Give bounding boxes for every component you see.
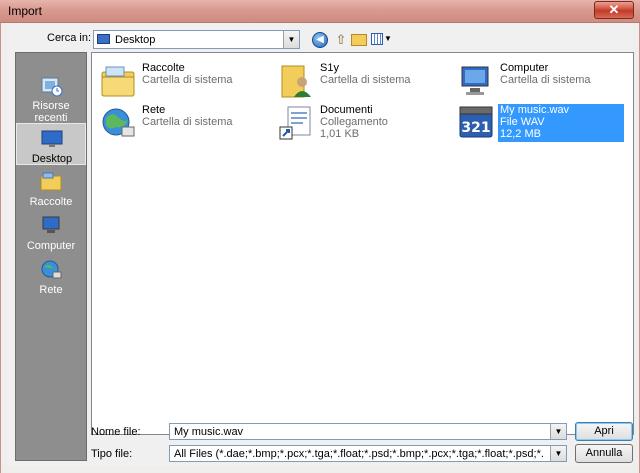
place-label: Risorse recenti (32, 100, 70, 124)
file-list[interactable]: Raccolte Cartella di sistema S1y Cartella … (91, 52, 634, 435)
chevron-down-icon: ▼ (384, 34, 392, 43)
filetype-value: All Files (*.dae;*.bmp;*.pcx;*.tga;*.flo… (174, 448, 544, 460)
file-type: File WAV (500, 116, 545, 128)
list-item-selected[interactable]: 321 My music.wav File WAV 12,2 MB (452, 103, 632, 143)
chevron-down-icon[interactable]: ▼ (283, 31, 299, 48)
view-grid-icon (371, 33, 383, 45)
file-type: Collegamento (320, 116, 388, 128)
place-label: Desktop (31, 153, 73, 165)
title-bar[interactable]: Import ✕ (0, 0, 640, 23)
chevron-down-icon[interactable]: ▼ (550, 446, 566, 461)
place-computer[interactable]: Computer (16, 211, 86, 253)
svg-text:321: 321 (461, 120, 490, 136)
file-size: 12,2 MB (500, 128, 541, 140)
back-arrow-icon[interactable]: ◀ (312, 32, 328, 48)
list-item[interactable]: Documenti Collegamento 1,01 KB (272, 103, 442, 143)
file-name: Computer (500, 62, 549, 74)
list-item[interactable]: Raccolte Cartella di sistema (94, 61, 264, 101)
place-libraries[interactable]: Raccolte (16, 167, 86, 209)
file-name: S1y (320, 62, 339, 74)
window-title: Import (8, 4, 43, 18)
place-desktop[interactable]: Desktop (16, 123, 86, 165)
media-player-icon: 321 (459, 106, 493, 138)
file-type: Cartella di sistema (142, 74, 233, 86)
file-name: Rete (142, 104, 166, 116)
computer-icon (42, 216, 60, 233)
network-globe-icon (102, 108, 135, 137)
cancel-button[interactable]: Annulla (575, 444, 633, 463)
dialog-frame: Cerca in: Desktop ▼ ◀ ⇧ ▼ Risorse recent… (0, 23, 640, 473)
libraries-folder-icon (101, 66, 135, 97)
file-type: Cartella di sistema (500, 74, 591, 86)
new-folder-icon[interactable] (351, 34, 367, 46)
computer-icon (461, 66, 489, 95)
network-icon (41, 260, 62, 279)
file-type: Cartella di sistema (142, 116, 233, 128)
filename-combo[interactable]: My music.wav ▼ (169, 423, 567, 440)
file-name: My music.wav (500, 104, 570, 116)
lookin-value: Desktop (115, 34, 156, 46)
file-size: 1,01 KB (320, 128, 360, 140)
place-label: Rete (39, 284, 63, 296)
chevron-down-icon[interactable]: ▼ (550, 424, 566, 439)
list-item[interactable]: Rete Cartella di sistema (94, 103, 264, 143)
dialog-body: Cerca in: Desktop ▼ ◀ ⇧ ▼ Risorse recent… (7, 23, 634, 466)
open-button[interactable]: Apri (575, 422, 633, 441)
filename-label: Nome file: (91, 426, 141, 438)
close-icon: ✕ (608, 2, 620, 17)
user-folder-icon (281, 65, 311, 98)
view-menu-icon[interactable]: ▼ (371, 32, 393, 48)
desktop-icon (41, 130, 63, 147)
place-recent[interactable]: Risorse recenti (16, 71, 86, 124)
file-type: Cartella di sistema (320, 74, 411, 86)
close-button[interactable]: ✕ (594, 1, 634, 19)
filename-input[interactable]: My music.wav (174, 426, 544, 438)
place-network[interactable]: Rete (16, 255, 86, 297)
place-label: Computer (26, 240, 76, 252)
lookin-combo[interactable]: Desktop ▼ (93, 30, 300, 49)
list-item[interactable]: S1y Cartella di sistema (272, 61, 442, 101)
place-label: Raccolte (29, 196, 73, 208)
document-shortcut-icon (279, 106, 311, 140)
recent-places-icon (41, 77, 63, 97)
libraries-icon (40, 172, 62, 191)
filetype-label: Tipo file: (91, 448, 133, 460)
lookin-label: Cerca in: (47, 32, 92, 44)
filetype-combo[interactable]: All Files (*.dae;*.bmp;*.pcx;*.tga;*.flo… (169, 445, 567, 462)
desktop-icon (97, 34, 110, 44)
places-bar: Risorse recenti Desktop Raccolte Compute… (15, 52, 87, 461)
file-name: Documenti (320, 104, 373, 116)
list-item[interactable]: Computer Cartella di sistema (452, 61, 622, 101)
up-folder-icon[interactable]: ⇧ (333, 32, 349, 48)
file-name: Raccolte (142, 62, 185, 74)
